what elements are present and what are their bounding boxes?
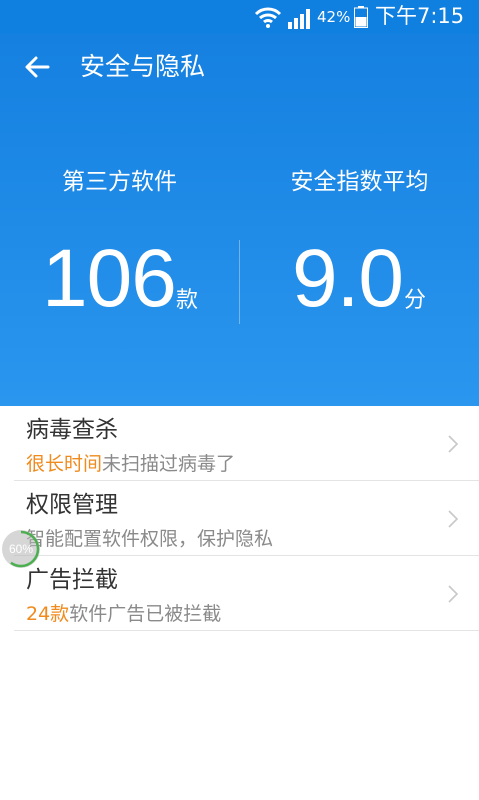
- subtitle-highlight: 很长时间: [26, 453, 103, 475]
- list-item-subtitle: 很长时间未扫描过病毒了: [26, 452, 235, 476]
- list-item-title: 广告拦截: [26, 567, 118, 593]
- third-party-apps-count: 106: [42, 233, 177, 324]
- status-bar: 42% 下午7:15: [0, 0, 479, 34]
- list-item-title: 权限管理: [26, 492, 118, 518]
- clock: 下午7:15: [375, 4, 465, 28]
- score-unit: 分: [404, 288, 427, 313]
- list-item-permission-management[interactable]: 权限管理 智能配置软件权限，保护隐私: [14, 481, 479, 556]
- list-item-virus-scan[interactable]: 病毒查杀 很长时间未扫描过病毒了: [14, 406, 479, 481]
- chevron-right-icon: [448, 585, 459, 603]
- signal-icon: [288, 9, 310, 29]
- header: 安全与隐私 第三方软件 安全指数平均 106 款 9.0 分: [0, 34, 479, 406]
- stats-divider: [239, 240, 240, 324]
- memory-percent-label: 60%: [8, 542, 34, 556]
- list-item-ad-blocking[interactable]: 广告拦截 24款软件广告已被拦截: [14, 556, 479, 631]
- subtitle-highlight: 24款: [26, 603, 70, 625]
- wifi-icon: [254, 7, 282, 28]
- subtitle-text: 软件广告已被拦截: [69, 603, 222, 625]
- arrow-left-icon[interactable]: [20, 50, 54, 84]
- third-party-apps-label: 第三方软件: [62, 169, 177, 195]
- chevron-right-icon: [448, 510, 459, 528]
- apps-unit: 款: [176, 288, 199, 313]
- memory-float-ball[interactable]: 60%: [2, 530, 40, 568]
- security-score-label: 安全指数平均: [290, 169, 429, 195]
- subtitle-text: 未扫描过病毒了: [102, 453, 236, 475]
- battery-percent: 42%: [317, 8, 351, 26]
- chevron-right-icon: [448, 435, 459, 453]
- list-item-title: 病毒查杀: [26, 417, 118, 443]
- battery-icon: [354, 6, 368, 28]
- security-score-value: 9.0: [292, 233, 404, 324]
- page-title: 安全与隐私: [80, 52, 206, 81]
- feature-list: 病毒查杀 很长时间未扫描过病毒了 权限管理 智能配置软件权限，保护隐私 广告拦截…: [14, 406, 479, 631]
- list-item-subtitle: 智能配置软件权限，保护隐私: [26, 527, 273, 551]
- subtitle-text: 智能配置软件权限，保护隐私: [26, 528, 274, 550]
- list-item-subtitle: 24款软件广告已被拦截: [26, 602, 221, 626]
